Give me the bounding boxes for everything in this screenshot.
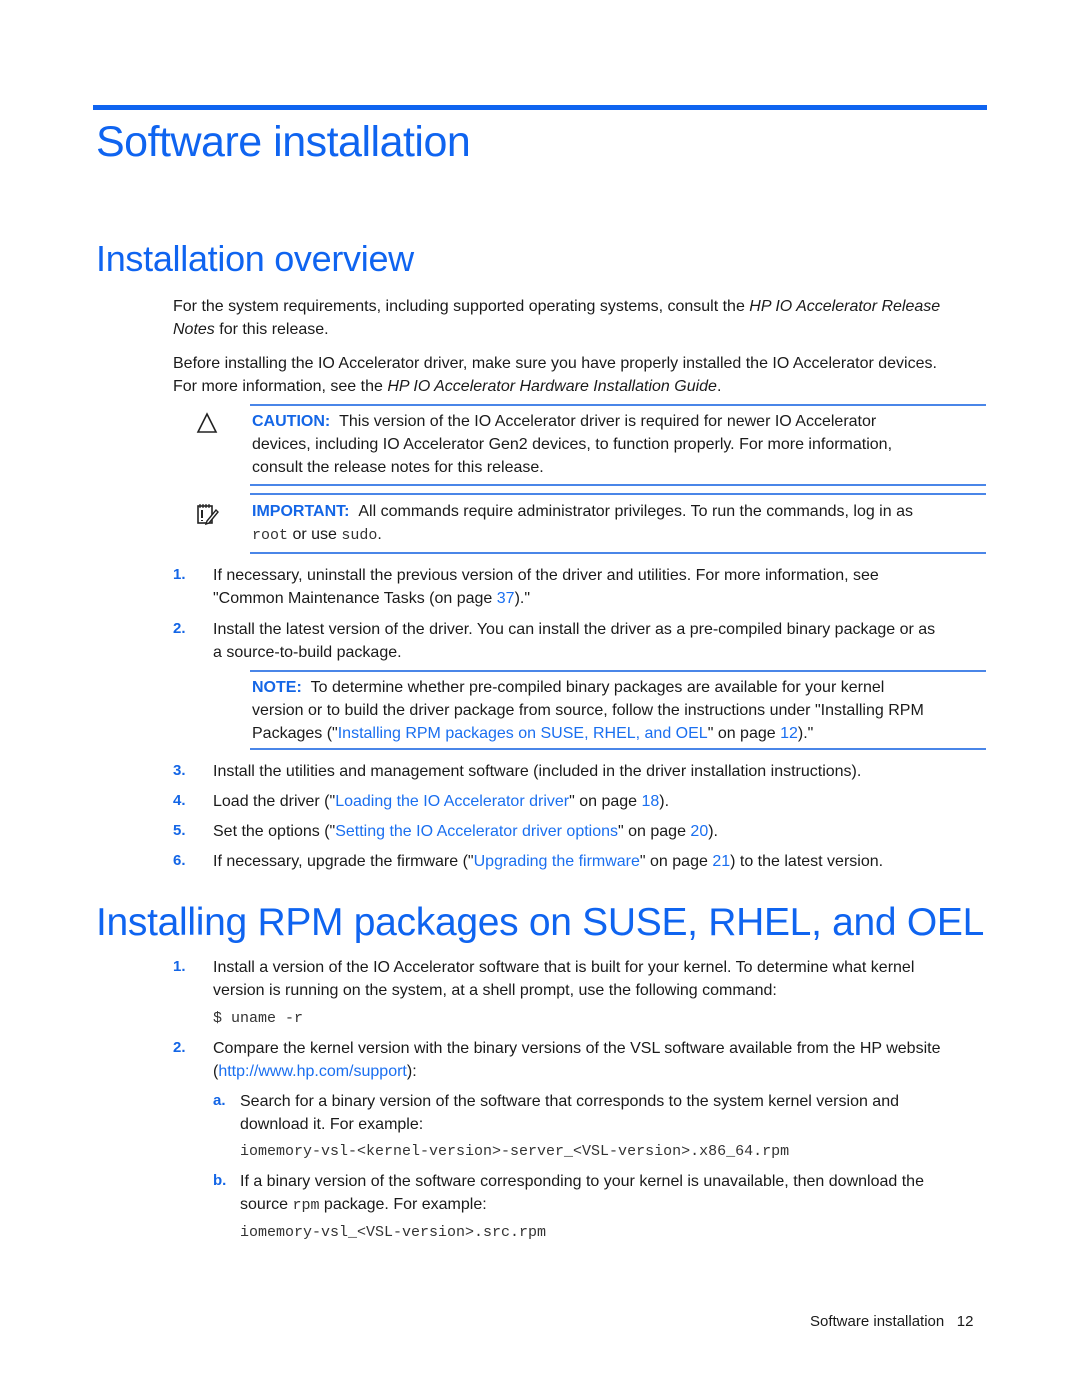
substep-b: If a binary version of the software corr… — [240, 1173, 924, 1214]
substep-letter: b. — [213, 1172, 227, 1189]
substep-letter: a. — [213, 1092, 226, 1109]
step-5: Set the options ("Setting the IO Acceler… — [213, 823, 718, 840]
step-number: 1. — [173, 958, 186, 975]
page-link-20[interactable]: 20 — [690, 823, 708, 840]
filename-binary-rpm: iomemory-vsl-<kernel-version>-server_<VS… — [240, 1143, 790, 1160]
link-loading-driver[interactable]: Loading the IO Accelerator driver — [335, 793, 569, 810]
rpm-step-2: Compare the kernel version with the bina… — [213, 1040, 941, 1080]
important-bottom-rule — [250, 552, 986, 554]
substep-a: Search for a binary version of the softw… — [240, 1093, 899, 1133]
footer-section: Software installation — [810, 1313, 945, 1330]
rpm-step-1: Install a version of the IO Accelerator … — [213, 959, 915, 999]
command-uname: $ uname -r — [213, 1010, 304, 1027]
page-link-12[interactable]: 12 — [780, 725, 798, 742]
link-installing-rpm[interactable]: Installing RPM packages on SUSE, RHEL, a… — [338, 725, 708, 742]
paragraph-prerequisites: Before installing the IO Accelerator dri… — [173, 355, 937, 395]
page-footer: Software installation 12 — [810, 1313, 973, 1330]
step-6: If necessary, upgrade the firmware ("Upg… — [213, 853, 884, 870]
important-top-rule — [250, 493, 986, 495]
step-number: 2. — [173, 620, 186, 637]
note-label: NOTE: — [252, 679, 302, 696]
note-top-rule — [250, 670, 986, 672]
code-rpm: rpm — [292, 1197, 320, 1214]
filename-source-rpm: iomemory-vsl_<VSL-version>.src.rpm — [240, 1224, 547, 1241]
page-link-18[interactable]: 18 — [642, 793, 660, 810]
important-label: IMPORTANT: — [252, 503, 350, 520]
chapter-title: Software installation — [96, 118, 471, 166]
page-link-21[interactable]: 21 — [712, 853, 730, 870]
step-number: 2. — [173, 1039, 186, 1056]
link-upgrading-firmware[interactable]: Upgrading the firmware — [474, 853, 640, 870]
code-sudo: sudo — [341, 527, 378, 544]
caution-top-rule — [250, 404, 986, 406]
step-3: Install the utilities and management sof… — [213, 763, 862, 780]
section-heading-overview: Installation overview — [96, 238, 414, 279]
section-heading-rpm: Installing RPM packages on SUSE, RHEL, a… — [96, 901, 984, 944]
page-link-37[interactable]: 37 — [497, 590, 515, 607]
caution-callout: CAUTION: This version of the IO Accelera… — [252, 413, 893, 476]
step-1: If necessary, uninstall the previous ver… — [213, 567, 879, 607]
step-number: 3. — [173, 762, 186, 779]
paragraph-requirements: For the system requirements, including s… — [173, 298, 941, 338]
step-4: Load the driver ("Loading the IO Acceler… — [213, 793, 670, 810]
doc-title-hardware-guide: HP IO Accelerator Hardware Installation … — [387, 378, 717, 395]
important-callout: IMPORTANT: All commands require administ… — [252, 503, 913, 544]
important-notepad-icon — [196, 502, 220, 531]
caution-label: CAUTION: — [252, 413, 331, 430]
step-2: Install the latest version of the driver… — [213, 621, 936, 661]
code-root: root — [252, 527, 289, 544]
note-callout: NOTE: To determine whether pre-compiled … — [252, 679, 924, 742]
step-number: 6. — [173, 852, 186, 869]
link-driver-options[interactable]: Setting the IO Accelerator driver option… — [335, 823, 618, 840]
step-number: 1. — [173, 566, 186, 583]
caution-triangle-icon — [196, 412, 218, 439]
doc-title-release-notes: HP IO Accelerator Release — [749, 298, 941, 315]
footer-page-number: 12 — [956, 1313, 974, 1330]
link-hp-support[interactable]: http://www.hp.com/support — [218, 1063, 407, 1080]
note-bottom-rule — [250, 748, 986, 750]
chapter-rule — [93, 105, 987, 110]
step-number: 4. — [173, 792, 186, 809]
step-number: 5. — [173, 822, 186, 839]
caution-bottom-rule — [250, 484, 986, 486]
